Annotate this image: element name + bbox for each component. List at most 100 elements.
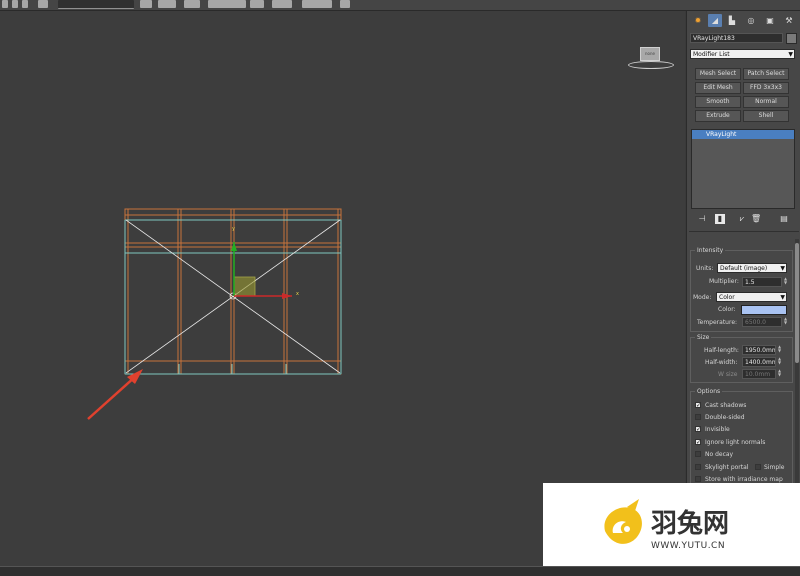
mode-value: Color [719, 294, 735, 301]
command-panel-tabs: ✹ ◢ ▙ ◎ ▣ ⚒ [689, 13, 799, 29]
half-length-field[interactable]: 1950.0mm [742, 345, 776, 355]
axis-x-label: x [296, 291, 299, 297]
configure-sets-icon[interactable]: ▤ [779, 214, 789, 224]
axis-y-label: y [232, 226, 235, 232]
watermark-url: WWW.YUTU.CN [651, 541, 726, 551]
mode-dropdown[interactable]: Color ▼ [716, 292, 787, 302]
object-name-field[interactable]: VRayLight183 [690, 33, 783, 43]
utilities-tab-icon[interactable]: ⚒ [782, 14, 796, 27]
toolbar-icon[interactable] [140, 0, 152, 8]
viewcube-face[interactable]: none [640, 47, 660, 61]
skylight-portal-label: Skylight portal [705, 464, 749, 471]
make-unique-icon[interactable]: ⩗ [737, 214, 747, 224]
annotation-arrow-icon [87, 369, 143, 420]
no-decay-checkbox[interactable] [695, 451, 701, 457]
no-decay-label: No decay [705, 451, 734, 458]
cast-shadows-label: Cast shadows [705, 402, 747, 409]
toolbar-icon[interactable] [38, 0, 48, 8]
window-frame [124, 208, 342, 375]
w-size-label: W size [718, 371, 738, 378]
simple-label: Simple [764, 464, 785, 471]
toolbar-icon[interactable] [250, 0, 264, 8]
shell-button[interactable]: Shell [743, 110, 789, 122]
stack-tools: ⊣ ▮ ⩗ 🗑 ▤ [691, 214, 795, 226]
toolbar-icon[interactable] [302, 0, 332, 8]
toolbar-icon[interactable] [272, 0, 292, 8]
half-width-label: Half-width: [705, 359, 738, 366]
store-irradiance-checkbox[interactable] [695, 476, 701, 482]
toolbar-icon[interactable] [2, 0, 8, 8]
pin-stack-icon[interactable]: ⊣ [697, 214, 707, 224]
ffd-button[interactable]: FFD 3x3x3 [743, 82, 789, 94]
color-swatch[interactable] [741, 305, 787, 315]
units-dropdown[interactable]: Default (image) ▼ [717, 263, 787, 273]
temperature-spinner[interactable]: ▲ ▼ [783, 317, 788, 326]
temperature-label: Temperature: [697, 319, 738, 326]
chevron-down-icon: ▼ [788, 51, 793, 58]
half-width-field[interactable]: 1400.0mm [742, 357, 776, 367]
w-size-field[interactable]: 10.0mm [742, 369, 776, 379]
extrude-button[interactable]: Extrude [695, 110, 741, 122]
invisible-label: Invisible [705, 426, 730, 433]
smooth-button[interactable]: Smooth [695, 96, 741, 108]
toolbar-icon[interactable] [340, 0, 350, 8]
toolbar-icon[interactable] [158, 0, 176, 8]
skylight-portal-checkbox[interactable] [695, 464, 701, 470]
divider [689, 231, 799, 232]
viewcube[interactable]: none [628, 47, 674, 69]
toolbar-icon[interactable] [184, 0, 200, 8]
viewcube-compass-ring[interactable] [628, 61, 674, 69]
color-label: Color: [718, 306, 736, 313]
options-title: Options [695, 388, 723, 395]
chevron-down-icon: ▼ [780, 265, 785, 272]
remove-modifier-icon[interactable]: 🗑 [751, 214, 761, 224]
multiplier-spinner[interactable]: ▲ ▼ [783, 277, 788, 286]
selection-set-field[interactable] [58, 0, 134, 9]
temperature-field[interactable]: 6500.0 [742, 317, 782, 327]
show-end-result-icon[interactable]: ▮ [715, 214, 725, 224]
units-label: Units: [696, 265, 714, 272]
mesh-select-button[interactable]: Mesh Select [695, 68, 741, 80]
modifier-stack-item[interactable]: VRayLight [692, 130, 794, 139]
mode-label: Mode: [693, 294, 712, 301]
watermark-name: 羽兔网 [651, 509, 730, 539]
transform-gizmo-plane[interactable] [233, 276, 256, 297]
chevron-down-icon: ▼ [780, 294, 785, 301]
multiplier-field[interactable]: 1.5 [742, 277, 782, 287]
units-value: Default (image) [720, 265, 768, 272]
modify-tab-icon[interactable]: ◢ [708, 14, 722, 27]
toolbar-icon[interactable] [22, 0, 28, 8]
modifier-stack[interactable]: VRayLight [691, 129, 795, 209]
motion-tab-icon[interactable]: ◎ [744, 14, 758, 27]
half-length-spinner[interactable]: ▲ ▼ [777, 345, 782, 354]
invisible-checkbox[interactable]: ✓ [695, 426, 701, 433]
yutu-logo-icon [604, 499, 642, 544]
scrollbar-thumb[interactable] [795, 243, 799, 363]
toolbar-icon[interactable] [208, 0, 246, 8]
double-sided-checkbox[interactable] [695, 414, 701, 420]
intensity-title: Intensity [695, 247, 726, 254]
display-tab-icon[interactable]: ▣ [763, 14, 777, 27]
patch-select-button[interactable]: Patch Select [743, 68, 789, 80]
multiplier-label: Multiplier: [709, 278, 739, 285]
size-title: Size [695, 334, 712, 341]
object-color-swatch[interactable] [786, 33, 797, 44]
ignore-light-normals-label: Ignore light normals [705, 439, 766, 446]
simple-checkbox[interactable] [755, 464, 761, 470]
store-irradiance-label: Store with irradiance map [705, 476, 783, 483]
half-length-label: Half-length: [704, 347, 739, 354]
half-width-spinner[interactable]: ▲ ▼ [777, 357, 782, 366]
hierarchy-tab-icon[interactable]: ▙ [725, 14, 739, 27]
edit-mesh-button[interactable]: Edit Mesh [695, 82, 741, 94]
w-size-spinner[interactable]: ▲ ▼ [777, 369, 782, 378]
modifier-list-dropdown[interactable]: Modifier List ▼ [690, 49, 795, 59]
cast-shadows-checkbox[interactable]: ✓ [695, 402, 701, 409]
create-tab-icon[interactable]: ✹ [691, 14, 705, 27]
watermark: 羽兔网 WWW.YUTU.CN [543, 483, 800, 566]
modifier-list-label: Modifier List [693, 51, 730, 58]
main-toolbar [0, 0, 800, 11]
double-sided-label: Double-sided [705, 414, 745, 421]
normal-button[interactable]: Normal [743, 96, 789, 108]
toolbar-icon[interactable] [12, 0, 18, 8]
ignore-light-normals-checkbox[interactable]: ✓ [695, 439, 701, 446]
